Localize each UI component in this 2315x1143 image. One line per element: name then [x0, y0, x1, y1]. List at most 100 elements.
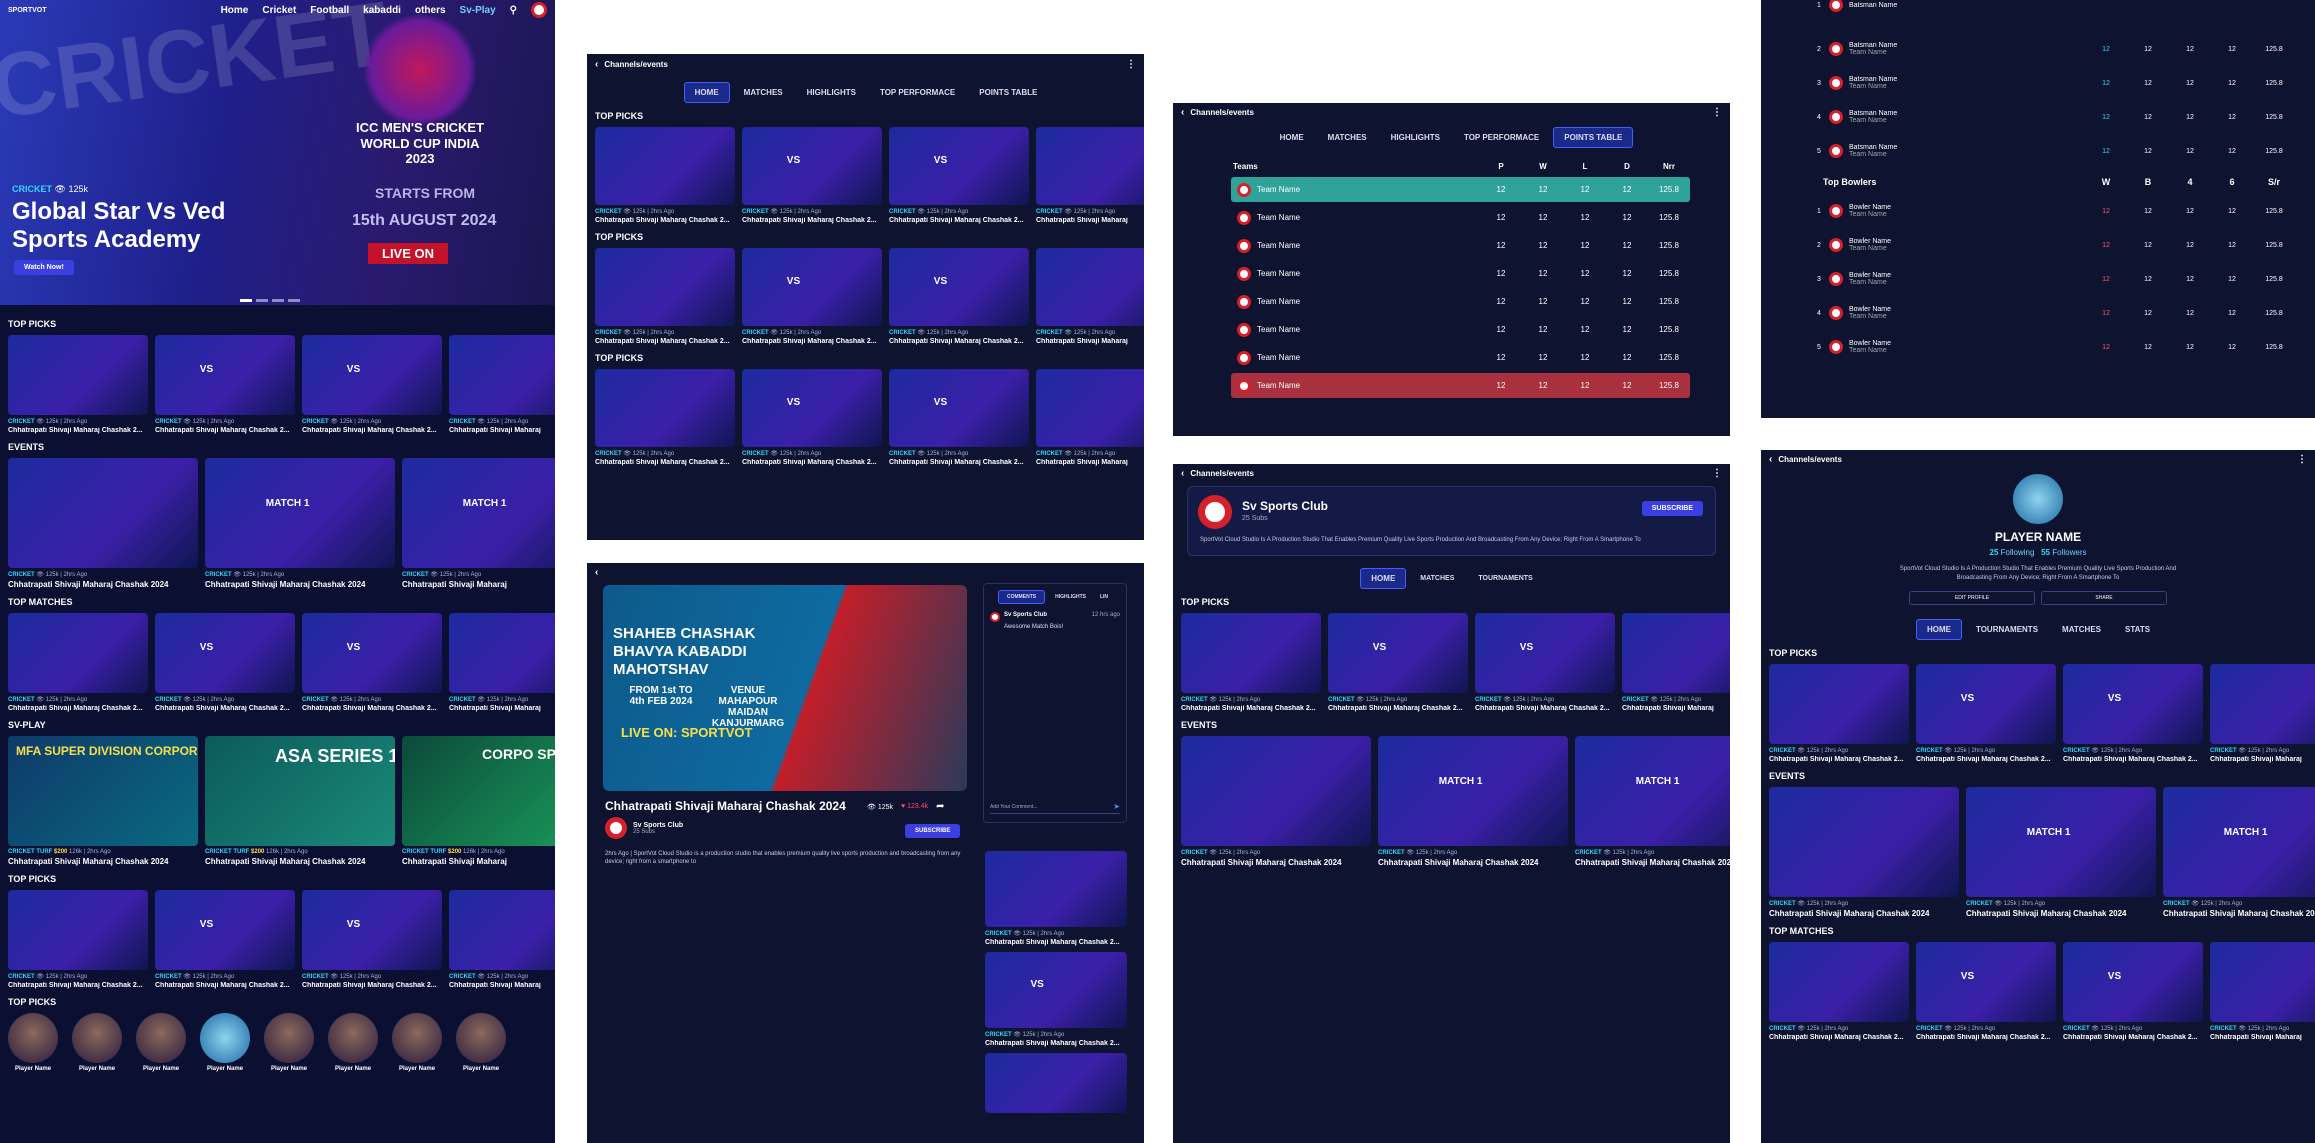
share-button[interactable]: SHARE — [2041, 591, 2167, 605]
back-icon[interactable]: ‹ — [595, 567, 598, 578]
profile-avatar[interactable] — [531, 2, 547, 18]
carousel-dots[interactable] — [240, 299, 300, 302]
event-card[interactable]: CRICKET 👁 125k | 2hrs Ago Chhatrapati Shi… — [1769, 787, 1959, 918]
video-card[interactable]: CRICKET 👁 125k | 2hrs Ago Chhatrapati Shi… — [595, 248, 735, 345]
video-card[interactable]: VS CRICKET 👁 125k | 2hrs Ago Chhatrapati S… — [155, 890, 295, 989]
back-icon[interactable]: ‹ — [1181, 107, 1184, 118]
video-card[interactable]: VS CRICKET 👁 125k | 2hrs Ago Chhatrapati S… — [1916, 664, 2056, 763]
related-card[interactable]: VS CRICKET 👁 125k | 2hrs Ago Chhatrapati S… — [985, 952, 1127, 1047]
more-icon[interactable]: ⋮ — [1712, 468, 1722, 479]
video-card[interactable]: VS CRICKET 👁 125k | 2hrs Ago Chhatrapati S… — [889, 127, 1029, 224]
event-card[interactable]: CRICKET 👁 125k | 2hrs Ago Chhatrapati Shi… — [8, 458, 198, 589]
bowler-row[interactable]: 2 Bowler Name Team Name 12 12 12 12 125.8 — [1811, 230, 2295, 260]
event-card[interactable]: MATCH 1 CRICKET 👁 125k | 2hrs Ago Chhatrap… — [1378, 736, 1568, 867]
tab-matches[interactable]: MATCHES — [734, 83, 793, 102]
player-card[interactable]: Player Name — [136, 1013, 186, 1072]
video-card[interactable]: CRICKET 👁 125k | 2hrs Ago Chhatrapati Shi… — [1036, 127, 1144, 224]
svplay-card[interactable]: MFA SUPER DIVISION CORPORATE LEAGUECRICK… — [8, 736, 198, 866]
nav-svplay[interactable]: Sv-Play — [460, 5, 496, 16]
player-card[interactable]: Player Name — [200, 1013, 250, 1072]
video-card[interactable]: VS CRICKET 👁 125k | 2hrs Ago Chhatrapati S… — [889, 369, 1029, 466]
back-icon[interactable]: ‹ — [595, 59, 598, 70]
video-card[interactable]: CRICKET 👁 125k | 2hrs Ago Chhatrapati Shi… — [1181, 613, 1321, 712]
batsman-row[interactable]: 3 Batsman Name Team Name 12 12 12 12 125.8 — [1811, 68, 2295, 98]
back-icon[interactable]: ‹ — [1769, 454, 1772, 465]
svplay-card[interactable]: CORPO SPORTS LECRICKET TURF $200 126k | … — [402, 736, 555, 866]
video-card[interactable]: CRICKET 👁 125k | 2hrs Ago Chhatrapati Shi… — [1769, 942, 1909, 1041]
tab-home[interactable]: HOME — [1360, 568, 1407, 589]
video-card[interactable]: CRICKET 👁 125k | 2hrs Ago Chhatrapati Shi… — [1036, 248, 1144, 345]
tab-matches[interactable]: MATCHES — [2052, 620, 2111, 639]
video-card[interactable]: VS CRICKET 👁 125k | 2hrs Ago Chhatrapati S… — [302, 890, 442, 989]
event-card[interactable]: MATCH 1 CRICKET 👁 125k | 2hrs Ago Chhatrap… — [1966, 787, 2156, 918]
more-icon[interactable]: ⋮ — [1126, 59, 1136, 70]
bowler-row[interactable]: 1 Bowler Name Team Name 12 12 12 12 125.8 — [1811, 196, 2295, 226]
share-icon[interactable]: ➦ — [936, 801, 944, 812]
nav-football[interactable]: Football — [310, 5, 349, 16]
video-card[interactable]: VS CRICKET 👁 125k | 2hrs Ago Chhatrapati S… — [2063, 664, 2203, 763]
nav-others[interactable]: others — [415, 5, 446, 16]
bowler-row[interactable]: 4 Bowler Name Team Name 12 12 12 12 125.8 — [1811, 298, 2295, 328]
video-card[interactable]: CRICKET 👁 125k | 2hrs Ago Chhatrapati Shi… — [2210, 942, 2315, 1041]
event-card[interactable]: MATCH 1 CRICKET 👁 125k | 2hrs Ago Chhatrap… — [2163, 787, 2315, 918]
event-card[interactable]: MATCH 1 CRICKET 👁 125k | 2hrs Ago Chhatrap… — [402, 458, 555, 589]
more-icon[interactable]: ⋮ — [2297, 454, 2307, 465]
table-row[interactable]: Team Name 12 12 12 12 125.8 — [1231, 177, 1690, 202]
video-card[interactable]: CRICKET 👁 125k | 2hrs Ago Chhatrapati Shi… — [595, 369, 735, 466]
subscribe-button[interactable]: SUBSCRIBE — [905, 824, 961, 838]
tab-highlights[interactable]: HIGHLIGHTS — [1381, 128, 1450, 147]
table-row[interactable]: Team Name 12 12 12 12 125.8 — [1231, 317, 1690, 342]
tab-comments[interactable]: COMMENTS — [997, 590, 1046, 604]
related-card[interactable]: CRICKET 👁 125k | 2hrs Ago Chhatrapati Shi… — [985, 851, 1127, 946]
video-card[interactable]: VS CRICKET 👁 125k | 2hrs Ago Chhatrapati S… — [1328, 613, 1468, 712]
tab-matches[interactable]: MATCHES — [1410, 570, 1464, 587]
player-card[interactable]: Player Name — [264, 1013, 314, 1072]
video-card[interactable]: VS CRICKET 👁 125k | 2hrs Ago Chhatrapati S… — [742, 248, 882, 345]
video-card[interactable]: VS CRICKET 👁 125k | 2hrs Ago Chhatrapati S… — [302, 335, 442, 434]
tab-top-performance[interactable]: TOP PERFORMACE — [870, 83, 965, 102]
video-card[interactable]: VS CRICKET 👁 125k | 2hrs Ago Chhatrapati S… — [742, 127, 882, 224]
tab-points-table[interactable]: POINTS TABLE — [1553, 127, 1634, 148]
video-card[interactable]: VS CRICKET 👁 125k | 2hrs Ago Chhatrapati S… — [2063, 942, 2203, 1041]
batsman-row[interactable]: 2 Batsman Name Team Name 12 12 12 12 125.8 — [1811, 34, 2295, 64]
brand-logo[interactable]: SPORTVOT — [8, 7, 47, 14]
player-card[interactable]: Player Name — [8, 1013, 58, 1072]
search-icon[interactable]: ⚲ — [510, 5, 517, 16]
video-card[interactable]: CRICKET 👁 125k | 2hrs Ago Chhatrapati Shi… — [8, 890, 148, 989]
video-card[interactable]: CRICKET 👁 125k | 2hrs Ago Chhatrapati Shi… — [449, 335, 555, 434]
channel-logo[interactable] — [605, 817, 627, 839]
video-card[interactable]: VS CRICKET 👁 125k | 2hrs Ago Chhatrapati S… — [155, 335, 295, 434]
batsman-row[interactable]: 4 Batsman Name Team Name 12 12 12 12 125.8 — [1811, 102, 2295, 132]
table-row[interactable]: Team Name 12 12 12 12 125.8 — [1231, 233, 1690, 258]
video-card[interactable]: CRICKET 👁 125k | 2hrs Ago Chhatrapati Shi… — [449, 613, 555, 712]
send-icon[interactable]: ➤ — [1113, 802, 1120, 811]
batsman-row[interactable]: 5 Batsman Name Team Name 12 12 12 12 125.8 — [1811, 136, 2295, 166]
event-card[interactable]: MATCH 1 CRICKET 👁 125k | 2hrs Ago Chhatrap… — [1575, 736, 1730, 867]
video-card[interactable]: VS CRICKET 👁 125k | 2hrs Ago Chhatrapati S… — [1475, 613, 1615, 712]
video-player[interactable]: SHAHEB CHASHAK BHAVYA KABADDI MAHOTSHAV … — [603, 585, 967, 791]
video-card[interactable]: CRICKET 👁 125k | 2hrs Ago Chhatrapati Shi… — [8, 613, 148, 712]
tab-matches[interactable]: MATCHES — [1318, 128, 1377, 147]
video-card[interactable]: CRICKET 👁 125k | 2hrs Ago Chhatrapati Shi… — [1769, 664, 1909, 763]
tab-home[interactable]: HOME — [1270, 128, 1314, 147]
bowler-row[interactable]: 5 Bowler Name Team Name 12 12 12 12 125.8 — [1811, 332, 2295, 362]
video-card[interactable]: CRICKET 👁 125k | 2hrs Ago Chhatrapati Shi… — [2210, 664, 2315, 763]
tab-home[interactable]: HOME — [683, 82, 730, 103]
tab-home[interactable]: HOME — [1915, 619, 1962, 640]
watch-now-button[interactable]: Watch Now! — [14, 260, 74, 275]
nav-cricket[interactable]: Cricket — [262, 5, 296, 16]
table-row[interactable]: Team Name 12 12 12 12 125.8 — [1231, 261, 1690, 286]
hero-banner[interactable]: CRICKET SPORTVOT Home Cricket Football k… — [0, 0, 555, 305]
video-card[interactable]: VS CRICKET 👁 125k | 2hrs Ago Chhatrapati S… — [155, 613, 295, 712]
player-card[interactable]: Player Name — [456, 1013, 506, 1072]
video-card[interactable]: CRICKET 👁 125k | 2hrs Ago Chhatrapati Shi… — [1036, 369, 1144, 466]
tab-points-table[interactable]: POINTS TABLE — [969, 83, 1047, 102]
video-card[interactable]: VS CRICKET 👁 125k | 2hrs Ago Chhatrapati S… — [302, 613, 442, 712]
tab-stats[interactable]: STATS — [2115, 620, 2160, 639]
like-button[interactable]: ♥ 123.4k — [901, 803, 928, 810]
channel-name[interactable]: Sv Sports Club — [633, 822, 683, 829]
table-row[interactable]: Team Name 12 12 12 12 125.8 — [1231, 205, 1690, 230]
nav-kabaddi[interactable]: kabaddi — [363, 5, 401, 16]
back-icon[interactable]: ‹ — [1181, 468, 1184, 479]
video-card[interactable]: VS CRICKET 👁 125k | 2hrs Ago Chhatrapati S… — [742, 369, 882, 466]
